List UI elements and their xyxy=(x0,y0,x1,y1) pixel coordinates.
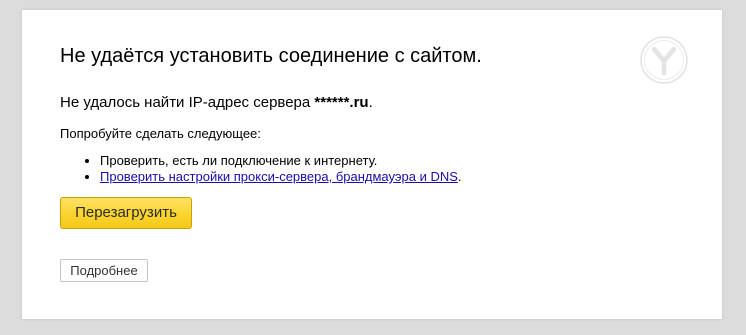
suggestion-text: Проверить, есть ли подключение к интерне… xyxy=(100,153,378,168)
check-proxy-firewall-dns-link[interactable]: Проверить настройки прокси-сервера, бран… xyxy=(100,169,458,184)
error-summary: Не удалось найти IP-адрес сервера ******… xyxy=(60,93,373,113)
suggestion-check-proxy: Проверить настройки прокси-сервера, бран… xyxy=(100,169,462,185)
summary-text: Не удалось найти IP-адрес сервера xyxy=(60,94,315,111)
reload-button[interactable]: Перезагрузить xyxy=(60,197,192,229)
error-title: Не удаётся установить соединение с сайто… xyxy=(60,45,482,67)
suggestion-period: . xyxy=(457,169,462,184)
summary-period: . xyxy=(368,94,373,111)
error-card: Не удаётся установить соединение с сайто… xyxy=(22,10,722,319)
suggestion-check-connection: Проверить, есть ли подключение к интерне… xyxy=(100,153,462,169)
server-name: ******.ru xyxy=(314,94,369,111)
yandex-browser-logo-icon xyxy=(640,36,688,84)
details-button[interactable]: Подробнее xyxy=(60,259,148,282)
suggestions-heading: Попробуйте сделать следующее: xyxy=(60,126,261,141)
suggestions-list: Проверить, есть ли подключение к интерне… xyxy=(60,153,462,185)
